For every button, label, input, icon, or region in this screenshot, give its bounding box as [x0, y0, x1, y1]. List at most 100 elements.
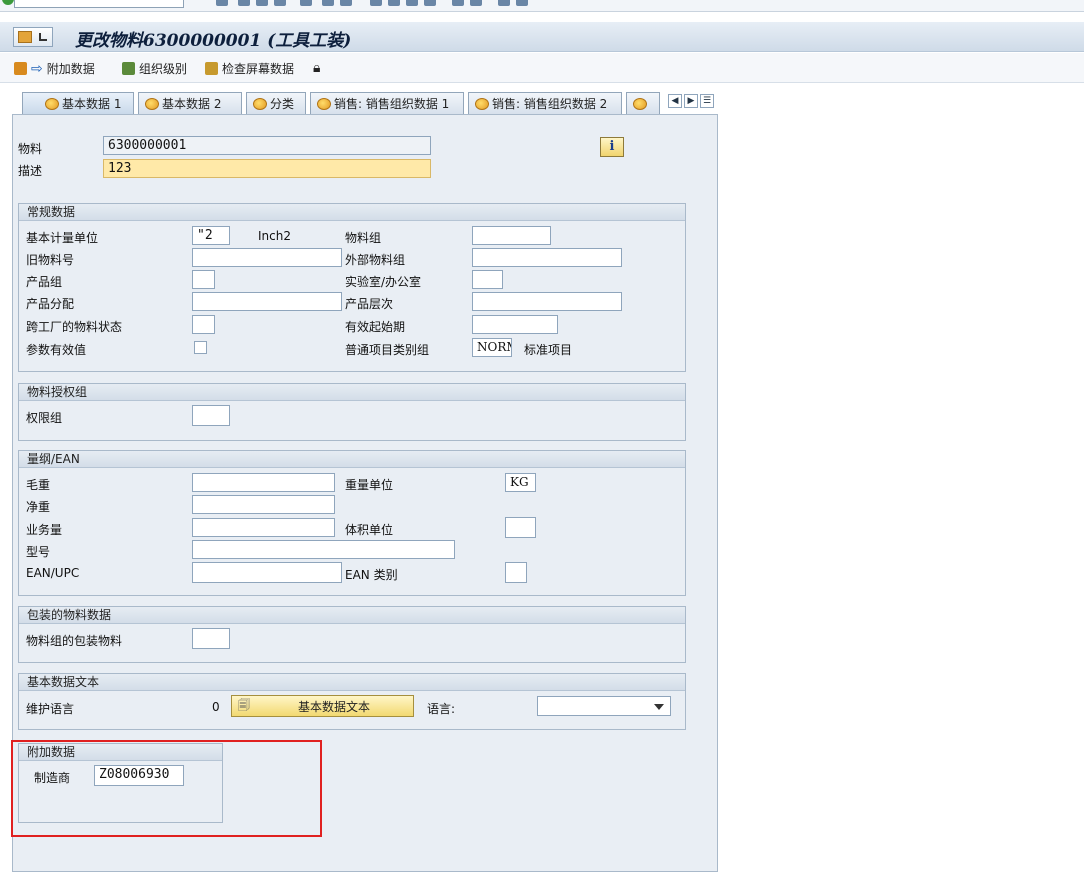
ext-material-group-input[interactable] — [472, 248, 622, 267]
page-title: 更改物料6300000001 (工具工装) — [75, 31, 352, 51]
division-input[interactable] — [192, 270, 215, 289]
ean-category-label: EAN 类别 — [345, 568, 398, 582]
tab-label: 基本数据 1 — [62, 97, 122, 111]
volume-input[interactable] — [192, 518, 335, 537]
tab-strip: 基本数据 1 基本数据 2 分类 销售: 销售组织数据 1 销售: 销售组织数据… — [12, 92, 718, 114]
volume-unit-input[interactable] — [505, 517, 536, 538]
lock-icon: 🔒︎ — [313, 60, 321, 76]
net-weight-input[interactable] — [192, 495, 335, 514]
valid-from-label: 有效起始期 — [345, 320, 406, 334]
layout-icon[interactable] — [516, 0, 528, 6]
size-input[interactable] — [192, 540, 455, 559]
auth-group: 物料授权组 — [18, 383, 686, 441]
ean-label: EAN/UPC — [26, 566, 80, 580]
material-group-label: 物料组 — [345, 231, 382, 245]
additional-data-label: 附加数据 — [46, 62, 95, 76]
tab-label: 销售: 销售组织数据 1 — [334, 97, 450, 111]
tab-basic-data-2[interactable]: 基本数据 2 — [138, 92, 242, 114]
item-cat-group-input[interactable]: NORM — [472, 338, 512, 357]
product-alloc-label: 产品分配 — [26, 297, 75, 311]
x-plant-status-input[interactable] — [192, 315, 215, 334]
language-label: 语言: — [427, 702, 456, 716]
first-page-icon[interactable] — [370, 0, 382, 6]
tab-sales-org-2[interactable]: 销售: 销售组织数据 2 — [468, 92, 622, 114]
ean-category-input[interactable] — [505, 562, 527, 583]
find-next-icon[interactable] — [340, 0, 352, 6]
gross-weight-input[interactable] — [192, 473, 335, 492]
maintain-lang-label: 维护语言 — [26, 702, 75, 716]
org-levels-label: 组织级别 — [139, 62, 188, 76]
volume-label: 业务量 — [26, 523, 63, 537]
chevron-down-icon — [654, 704, 664, 710]
tab-sales-org-1[interactable]: 销售: 销售组织数据 1 — [310, 92, 464, 114]
basic-data-text-label: 基本数据文本 — [298, 699, 371, 714]
group-header: 包装的物料数据 — [19, 607, 685, 624]
exit-icon[interactable] — [256, 0, 268, 6]
group-header: 基本数据文本 — [19, 674, 685, 691]
last-page-icon[interactable] — [424, 0, 436, 6]
lab-office-label: 实验室/办公室 — [345, 275, 422, 289]
next-page-icon[interactable] — [406, 0, 418, 6]
cancel-icon[interactable] — [274, 0, 286, 6]
additional-data-button[interactable]: ⇨ 附加数据 — [14, 60, 95, 77]
old-material-input[interactable] — [192, 248, 342, 267]
arrow-right-icon: ⇨ — [31, 60, 43, 77]
enter-icon[interactable] — [2, 0, 14, 5]
group-header: 常规数据 — [19, 204, 685, 221]
product-alloc-input[interactable] — [192, 292, 342, 311]
org-structure-icon — [122, 62, 135, 75]
pack-group-input[interactable] — [192, 628, 230, 649]
find-icon[interactable] — [322, 0, 334, 6]
tab-status-icon — [253, 97, 267, 110]
highlight-box — [11, 740, 322, 837]
description-input[interactable]: 123 — [103, 159, 431, 178]
auth-group-input[interactable] — [192, 405, 230, 426]
tab-list-icon[interactable]: ☰ — [700, 94, 714, 108]
tab-status-icon — [317, 97, 331, 110]
tab-label: 销售: 销售组织数据 2 — [492, 97, 608, 111]
command-field[interactable] — [14, 0, 184, 8]
maintain-lang-count: 0 — [212, 700, 220, 714]
help-icon[interactable] — [498, 0, 510, 6]
check-screen-data-button[interactable]: 检查屏幕数据 — [205, 60, 294, 77]
sap-menu-icon — [18, 31, 32, 43]
group-header: 量纲/EAN — [19, 451, 685, 468]
print-icon[interactable] — [300, 0, 312, 6]
tab-status-icon — [45, 97, 59, 110]
tab-classification[interactable]: 分类 — [246, 92, 306, 114]
tab-more[interactable] — [626, 92, 660, 114]
ean-input[interactable] — [192, 562, 342, 583]
lab-office-input[interactable] — [472, 270, 503, 289]
lock-button[interactable]: 🔒︎ — [313, 60, 320, 76]
weight-unit-input[interactable]: KG — [505, 473, 536, 492]
item-cat-group-label: 普通项目类别组 — [345, 343, 430, 357]
prev-page-icon[interactable] — [388, 0, 400, 6]
tab-scroll-right-icon[interactable]: ▶ — [684, 94, 698, 108]
auth-group-label: 权限组 — [26, 411, 63, 425]
material-field[interactable]: 6300000001 — [103, 136, 431, 155]
net-weight-label: 净重 — [26, 500, 51, 514]
org-levels-button[interactable]: 组织级别 — [122, 60, 187, 77]
base-uom-input[interactable]: "2 — [192, 226, 230, 245]
param-eff-label: 参数有效值 — [26, 343, 87, 357]
tab-basic-data-1[interactable]: 基本数据 1 — [22, 92, 134, 114]
tab-scroll-left-icon[interactable]: ◀ — [668, 94, 682, 108]
system-menu-button[interactable] — [13, 27, 53, 47]
material-group-input[interactable] — [472, 226, 551, 245]
new-session-icon[interactable] — [452, 0, 464, 6]
title-bar: 更改物料6300000001 (工具工装) — [0, 22, 1084, 52]
tab-label: 基本数据 2 — [162, 97, 222, 111]
application-toolbar: ⇨ 附加数据 组织级别 检查屏幕数据 🔒︎ — [0, 53, 1084, 83]
language-dropdown[interactable] — [537, 696, 671, 716]
ext-material-group-label: 外部物料组 — [345, 253, 406, 267]
item-cat-group-text: 标准项目 — [524, 343, 573, 357]
info-button[interactable]: i — [600, 137, 624, 157]
valid-from-input[interactable] — [472, 315, 558, 334]
back-icon[interactable] — [238, 0, 250, 6]
save-icon[interactable] — [216, 0, 228, 6]
basic-data-text-button[interactable]: 🗐︎ 基本数据文本 — [231, 695, 414, 717]
description-label: 描述 — [18, 164, 43, 178]
product-hierarchy-input[interactable] — [472, 292, 622, 311]
param-eff-checkbox[interactable] — [194, 341, 207, 354]
shortcut-icon[interactable] — [470, 0, 482, 6]
